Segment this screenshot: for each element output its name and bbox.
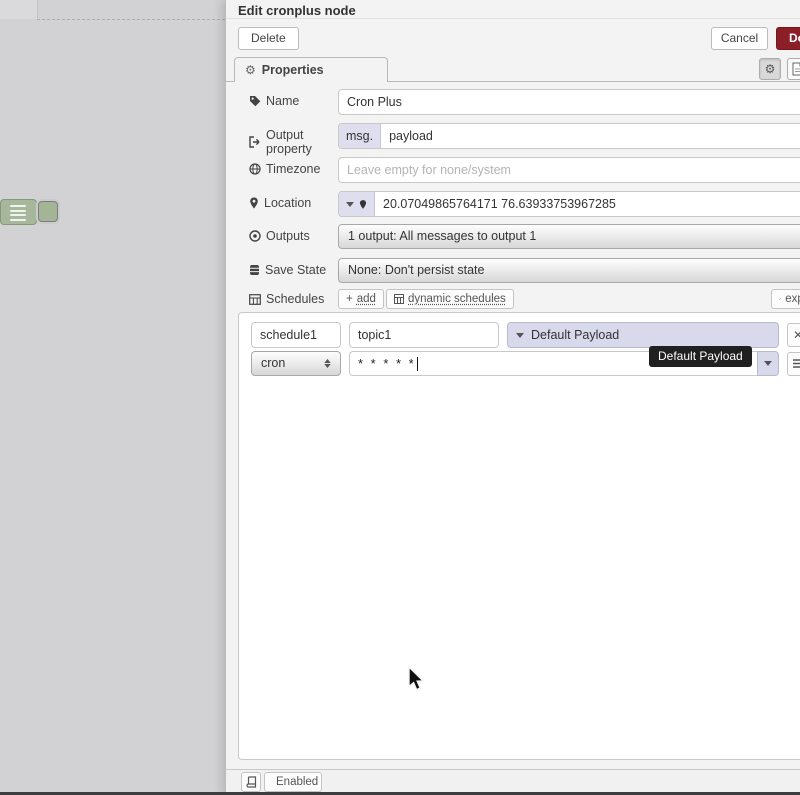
grid-icon xyxy=(394,294,404,304)
location-label: Location xyxy=(249,196,349,210)
map-pin-icon xyxy=(359,199,367,210)
schedule-type-select[interactable]: cron xyxy=(251,351,341,376)
gear-icon: ⚙ xyxy=(245,63,256,77)
payload-type-dropdown[interactable]: Default Payload xyxy=(507,322,779,348)
list-icon xyxy=(10,205,26,223)
tab-properties[interactable]: ⚙ Properties xyxy=(234,57,388,82)
tab-label: Properties xyxy=(262,63,324,77)
table-icon xyxy=(249,294,261,305)
close-icon: ✕ xyxy=(793,328,800,342)
outputs-select[interactable]: 1 output: All messages to output 1 xyxy=(338,224,800,249)
timezone-label: Timezone xyxy=(249,162,349,176)
output-property-input[interactable] xyxy=(381,124,800,148)
node-action-button[interactable] xyxy=(38,201,58,222)
remove-schedule-button[interactable]: ✕ xyxy=(787,323,800,347)
schedule-menu-button[interactable] xyxy=(787,352,800,376)
node-red-editor: Edit cronplus node Delete Cancel Done ⚙ P… xyxy=(0,0,800,795)
name-label: Name xyxy=(249,94,349,108)
properties-view-button[interactable]: ⚙ xyxy=(759,58,781,80)
output-property-typedinput[interactable]: msg. xyxy=(338,123,800,149)
menu-icon xyxy=(793,359,800,368)
stepper-icon xyxy=(324,359,331,368)
timezone-input[interactable] xyxy=(338,157,800,183)
caret-down-icon xyxy=(764,361,772,366)
map-marker-icon xyxy=(249,197,259,209)
dot-circle-icon xyxy=(249,230,261,242)
location-input[interactable] xyxy=(375,192,800,216)
caret-down-icon xyxy=(346,202,354,207)
name-input[interactable] xyxy=(338,89,800,115)
book-icon xyxy=(246,776,257,788)
text-caret xyxy=(417,357,418,371)
location-typedinput[interactable] xyxy=(338,191,800,217)
expand-schedules-button[interactable]: expand xyxy=(771,289,800,309)
schedule-list-container xyxy=(238,312,800,760)
schedules-label: Schedules xyxy=(249,292,349,306)
database-icon xyxy=(249,264,260,276)
enabled-toggle-button[interactable]: Enabled xyxy=(264,772,322,792)
tooltip: Default Payload xyxy=(649,346,752,367)
description-view-button[interactable] xyxy=(787,58,800,80)
tag-icon xyxy=(249,95,261,107)
cancel-button[interactable]: Cancel xyxy=(711,27,768,50)
sign-out-icon xyxy=(249,136,261,148)
done-button[interactable]: Done xyxy=(776,27,800,50)
typedinput-type-button[interactable]: msg. xyxy=(339,124,381,148)
dynamic-schedules-button[interactable]: dynamic schedules xyxy=(386,289,514,309)
expression-options-button[interactable] xyxy=(757,351,779,376)
output-property-label: Output property xyxy=(249,128,349,156)
save-state-label: Save State xyxy=(249,263,349,277)
dialog-title: Edit cronplus node xyxy=(238,3,356,18)
outputs-label: Outputs xyxy=(249,229,349,243)
workspace-dashed-line xyxy=(37,19,225,20)
header-divider xyxy=(226,18,800,19)
caret-down-icon xyxy=(516,333,524,338)
add-schedule-button[interactable]: +add xyxy=(338,289,384,309)
docs-button[interactable] xyxy=(241,772,261,792)
delete-button[interactable]: Delete xyxy=(238,27,299,50)
gear-icon: ⚙ xyxy=(765,62,776,76)
location-type-button[interactable] xyxy=(339,192,375,216)
doc-icon xyxy=(792,62,800,76)
schedule-name-input[interactable] xyxy=(251,322,341,348)
workspace-region xyxy=(0,0,38,19)
edit-dialog: Edit cronplus node Delete Cancel Done ⚙ P… xyxy=(225,0,800,795)
schedule-topic-input[interactable] xyxy=(349,322,499,348)
expand-icon xyxy=(779,294,781,304)
plus-icon: + xyxy=(346,290,353,308)
globe-icon xyxy=(249,163,261,175)
save-state-select[interactable]: None: Don't persist state xyxy=(338,258,800,283)
cronplus-node[interactable] xyxy=(0,199,37,225)
